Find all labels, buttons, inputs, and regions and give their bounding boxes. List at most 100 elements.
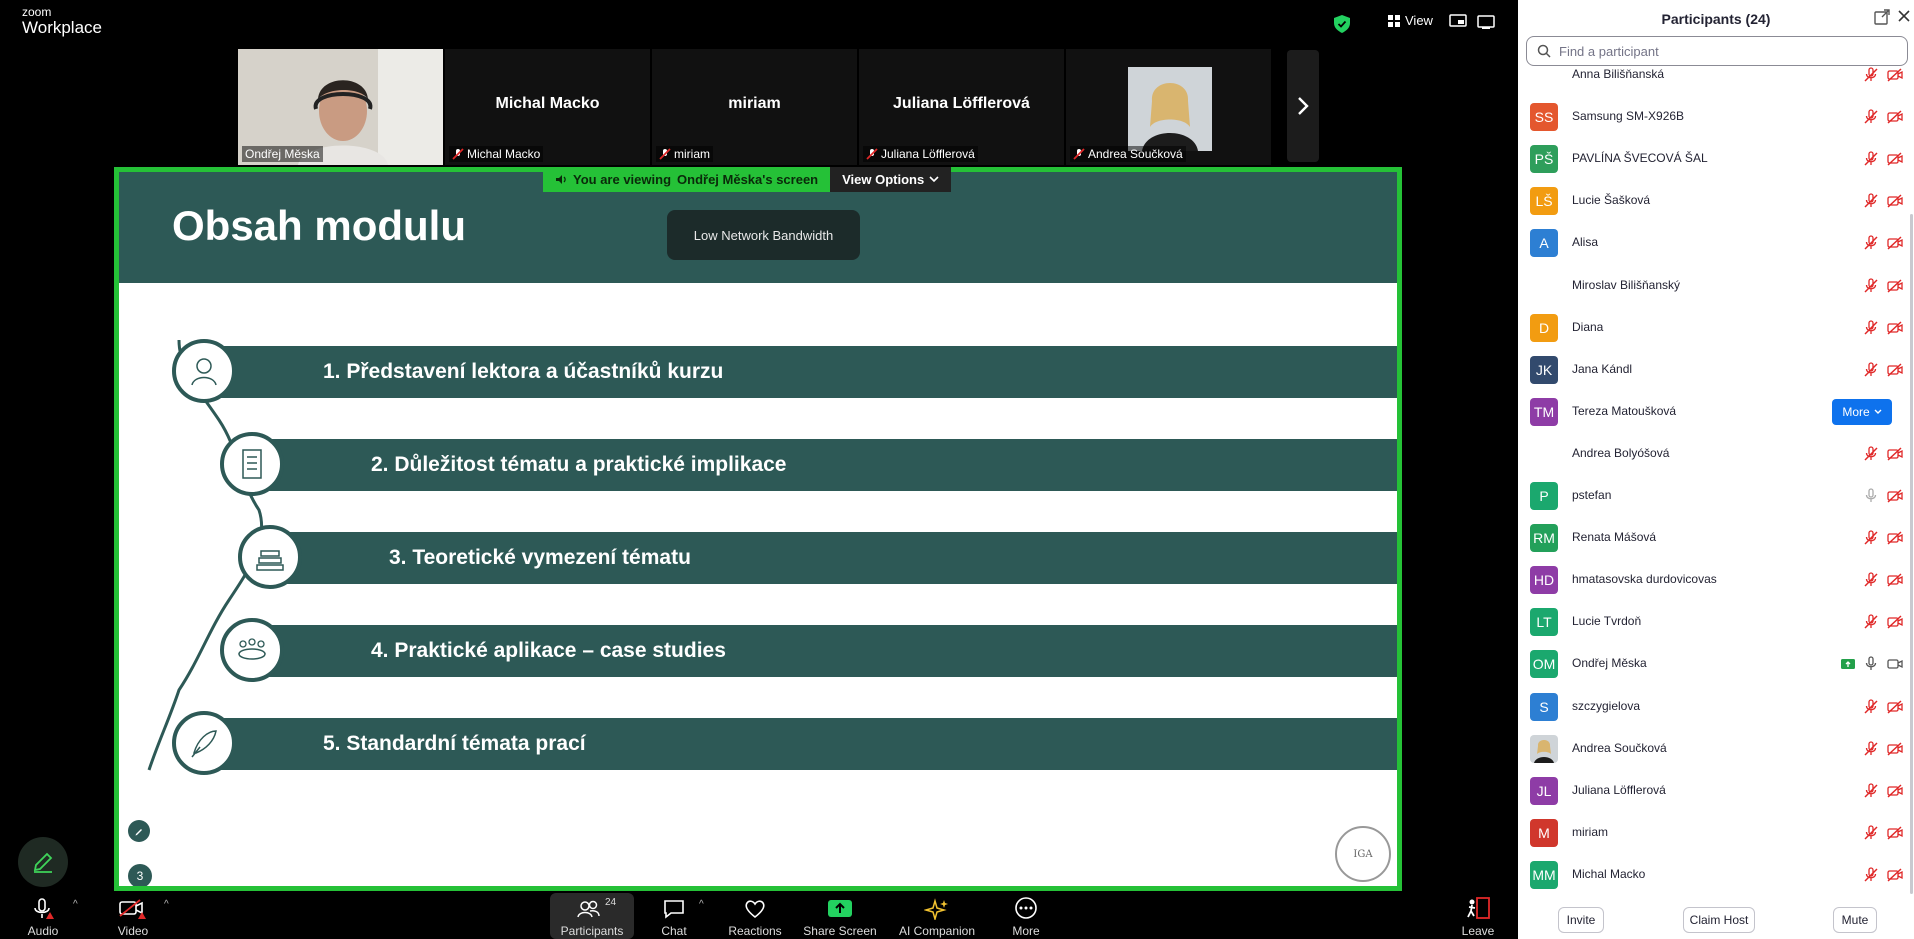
mic-muted-icon[interactable] (1863, 277, 1879, 294)
video-camera-icon[interactable] (1887, 656, 1903, 672)
more-button[interactable]: More (1006, 893, 1046, 939)
annotation-pen-icon[interactable] (128, 820, 150, 842)
mic-muted-icon[interactable] (1863, 740, 1879, 757)
mic-muted-icon[interactable] (1863, 572, 1879, 588)
mic-muted-icon[interactable] (1863, 109, 1879, 125)
video-options-caret[interactable]: ^ (164, 899, 169, 910)
view-button[interactable]: View (1388, 13, 1433, 28)
video-tile[interactable]: Michal Macko Michal Macko (445, 49, 650, 165)
participant-name: Lucie Šašková (1572, 193, 1651, 208)
video-tile-active-speaker[interactable]: Ondřej Měska (238, 49, 443, 165)
video-off-icon[interactable] (1887, 614, 1903, 630)
video-tile[interactable]: Andrea Součková (1066, 49, 1271, 165)
video-off-icon[interactable] (1887, 278, 1903, 294)
mic-muted-icon[interactable] (1863, 362, 1879, 378)
mic-muted-icon[interactable] (1863, 235, 1879, 251)
video-off-icon[interactable] (1887, 530, 1903, 546)
mic-muted-icon[interactable] (1863, 783, 1879, 799)
claim-host-button[interactable]: Claim Host (1683, 907, 1755, 933)
video-off-icon[interactable] (1887, 572, 1903, 588)
participant-row[interactable]: Andrea Součková (1518, 728, 1906, 770)
mic-muted-icon[interactable] (1863, 825, 1879, 841)
participant-row[interactable]: SS Samsung SM-X926B (1518, 96, 1906, 138)
video-off-icon[interactable] (1887, 488, 1903, 504)
mic-muted-icon[interactable] (1863, 530, 1879, 546)
participant-row[interactable]: LT Lucie Tvrdoň (1518, 601, 1906, 643)
leave-button[interactable]: Leave (1460, 893, 1496, 939)
participant-row[interactable]: A Alisa (1518, 222, 1906, 264)
chat-button[interactable]: Chat (654, 893, 694, 939)
video-off-icon[interactable] (1887, 362, 1903, 378)
participant-row[interactable]: Ppstefan (1518, 475, 1906, 517)
close-icon[interactable] (1896, 8, 1912, 24)
audio-button[interactable]: Audio (20, 893, 66, 939)
video-off-icon[interactable] (1887, 825, 1903, 841)
search-input[interactable] (1559, 43, 1879, 59)
participant-more-button[interactable]: More (1832, 398, 1892, 425)
video-off-icon[interactable] (1887, 320, 1903, 336)
video-off-icon[interactable] (1887, 67, 1903, 83)
participant-row[interactable]: Miroslav Bilišňanský (1518, 265, 1906, 307)
annotate-button[interactable] (18, 837, 68, 887)
pip-icon[interactable] (1449, 14, 1467, 30)
more-label: More (1012, 924, 1040, 938)
invite-button[interactable]: Invite (1558, 907, 1604, 933)
shared-screen[interactable]: Obsah modulu Low Network Bandwidth 1. Př… (114, 167, 1402, 891)
microphone-icon[interactable] (1863, 656, 1879, 672)
participant-row[interactable]: MM Michal Macko (1518, 854, 1906, 896)
participant-row[interactable]: TM Tereza Matoušková More (1518, 391, 1906, 433)
video-off-icon[interactable] (1887, 783, 1903, 799)
popout-icon[interactable] (1874, 9, 1890, 25)
mic-muted-icon[interactable] (1863, 446, 1879, 462)
video-tile[interactable]: miriam miriam (652, 49, 857, 165)
microphone-icon[interactable] (1863, 488, 1879, 504)
participant-row[interactable]: Andrea Bolyóšová (1518, 433, 1906, 475)
video-off-icon[interactable] (1887, 699, 1903, 715)
mic-muted-icon[interactable] (1863, 698, 1879, 715)
mic-muted-icon[interactable] (1863, 67, 1879, 83)
video-off-icon[interactable] (1887, 193, 1903, 209)
fullscreen-icon[interactable] (1477, 14, 1495, 30)
participant-list-scrollbar[interactable] (1910, 214, 1913, 894)
participant-row[interactable]: HD hmatasovska durdovicovas (1518, 559, 1906, 601)
video-button[interactable]: Video (108, 893, 158, 939)
participant-row[interactable]: JK Jana Kándl (1518, 349, 1906, 391)
video-off-icon[interactable] (1887, 235, 1903, 251)
chevron-down-icon (929, 176, 939, 183)
mic-muted-icon[interactable] (1863, 193, 1879, 209)
participant-row[interactable]: Mmiriam (1518, 812, 1906, 854)
video-off-icon[interactable] (1887, 867, 1903, 883)
participant-row[interactable]: Anna Bilišňanská (1518, 67, 1906, 96)
participant-row[interactable]: RM Renata Mášová (1518, 517, 1906, 559)
video-off-icon[interactable] (1887, 446, 1903, 462)
participant-row[interactable]: OM Ondřej Měska (1518, 643, 1906, 685)
video-off-icon[interactable] (1887, 109, 1903, 125)
video-off-icon[interactable] (1887, 741, 1903, 757)
participant-row[interactable]: LŠ Lucie Šašková (1518, 180, 1906, 222)
participant-row[interactable]: Sszczygielova (1518, 686, 1906, 728)
tile-label-text: Andrea Součková (1088, 147, 1183, 161)
mute-button[interactable]: Mute (1833, 907, 1877, 933)
mic-muted-icon[interactable] (1863, 319, 1879, 336)
view-options-button[interactable]: View Options (830, 167, 952, 192)
sharing-screen-icon (1841, 659, 1855, 670)
reactions-button[interactable]: Reactions (724, 893, 786, 939)
video-tile[interactable]: Juliana Löfflerová Juliana Löfflerová (859, 49, 1064, 165)
ai-companion-button[interactable]: AI Companion (892, 893, 982, 939)
next-page-button[interactable] (1287, 50, 1319, 162)
participant-row[interactable]: JL Juliana Löfflerová (1518, 770, 1906, 812)
share-screen-button[interactable]: Share Screen (800, 893, 880, 939)
tile-label-text: Juliana Löfflerová (881, 147, 975, 161)
avatar: HD (1530, 566, 1558, 595)
audio-options-caret[interactable]: ^ (73, 899, 78, 910)
mic-muted-icon[interactable] (1863, 867, 1879, 883)
encryption-shield-icon[interactable] (1334, 15, 1350, 33)
video-off-icon[interactable] (1887, 151, 1903, 167)
mic-muted-icon[interactable] (1863, 614, 1879, 630)
participant-row[interactable]: D Diana (1518, 307, 1906, 349)
chat-options-caret[interactable]: ^ (699, 899, 704, 910)
avatar: RM (1530, 524, 1558, 553)
participant-row[interactable]: PŠ PAVLÍNA ŠVECOVÁ ŠAL (1518, 138, 1906, 180)
mic-muted-icon[interactable] (1863, 151, 1879, 167)
participants-button[interactable]: Participants (550, 893, 634, 939)
